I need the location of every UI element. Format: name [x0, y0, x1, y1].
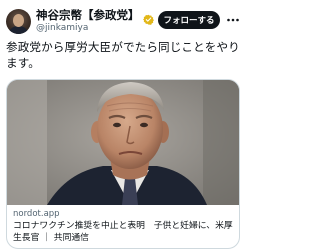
more-horizontal-icon[interactable] — [226, 13, 240, 27]
link-card[interactable]: nordot.app コロナワクチン推奨を中止と表明 子供と妊婦に、米厚生長官 … — [6, 79, 240, 249]
author-name-row[interactable]: 神谷宗幣【参政党】 — [36, 7, 154, 25]
author-display-name[interactable]: 神谷宗幣【参政党】 — [36, 7, 140, 23]
avatar-suit — [8, 26, 29, 34]
author-handle[interactable]: @jinkamiya — [36, 23, 88, 33]
portrait-photo — [7, 80, 239, 205]
link-card-title[interactable]: コロナワクチン推奨を中止と表明 子供と妊婦に、米厚生長官 ｜ 共同通信 — [13, 220, 235, 244]
verified-badge-icon — [142, 10, 154, 25]
follow-button[interactable]: フォローする — [158, 11, 220, 29]
tweet-text: 参政党から厚労大臣がでたら同じことをやります。 — [6, 40, 240, 70]
avatar-face — [13, 14, 24, 27]
tweet-header: 神谷宗幣【参政党】 @jinkamiya フォローする — [0, 0, 245, 36]
avatar[interactable] — [6, 9, 31, 34]
link-card-domain: nordot.app — [13, 209, 60, 219]
link-card-image[interactable] — [7, 80, 239, 205]
